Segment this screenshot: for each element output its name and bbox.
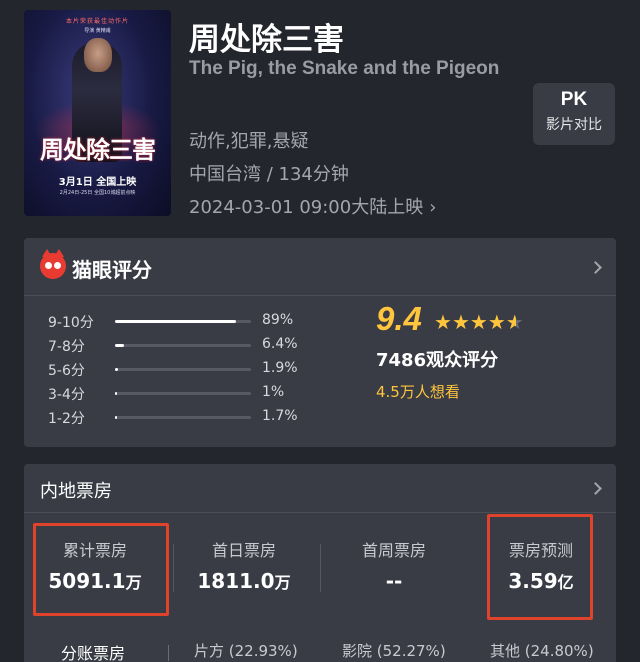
share-producer: 片方 (22.93%): [194, 642, 298, 660]
movie-english-title: The Pig, the Snake and the Pigeon: [189, 58, 500, 79]
distribution-percent: 1.9%: [262, 360, 298, 376]
chevron-right-icon[interactable]: [589, 482, 602, 495]
distribution-percent: 1%: [262, 384, 285, 400]
stat-first-week-box-office[interactable]: 首周票房 --: [329, 524, 459, 614]
star-icon: ★: [487, 310, 506, 334]
chevron-right-icon: ›: [429, 197, 437, 218]
star-icon: ★: [434, 310, 452, 334]
box-office-card[interactable]: 内地票房 累计票房 5091.1万 首日票房 1811.0万 首周票房 -- 票…: [24, 464, 616, 662]
stat-first-day-box-office[interactable]: 首日票房 1811.0万: [179, 524, 309, 614]
rating-stars: ★★★★★: [434, 310, 524, 334]
distribution-bar-track: [115, 392, 251, 395]
poster-title: 周处除三害: [40, 135, 156, 164]
stat-divider: [173, 544, 174, 592]
distribution-bar-track: [115, 368, 251, 371]
share-title: 分账票房: [61, 644, 126, 662]
star-icon: ★: [469, 310, 488, 334]
distribution-label: 5-6分: [48, 363, 85, 379]
distribution-label: 7-8分: [48, 339, 85, 355]
share-divider: [168, 645, 169, 661]
rating-score: 9.4: [376, 300, 422, 337]
movie-poster[interactable]: 本片荣获最佳动作片 导演 黄精甫 周处除三害 3月1日 全国上映 2月24日-2…: [24, 10, 171, 216]
movie-header: 本片荣获最佳动作片 导演 黄精甫 周处除三害 3月1日 全国上映 2月24日-2…: [0, 0, 640, 235]
want-to-see-count: 4.5万人想看: [376, 383, 460, 401]
distribution-bar-track: [115, 416, 251, 419]
poster-figure-head: [84, 38, 112, 72]
distribution-percent: 6.4%: [262, 336, 298, 352]
stat-value: --: [385, 569, 403, 593]
poster-top-text: 本片荣获最佳动作片: [65, 18, 129, 25]
movie-title: 周处除三害: [189, 22, 344, 58]
chevron-right-icon[interactable]: [589, 261, 602, 274]
distribution-bar-fill: [115, 416, 117, 419]
stat-label: 首周票房: [361, 541, 426, 560]
pk-compare-button[interactable]: PK 影片对比: [533, 83, 615, 145]
rating-distribution-row: 7-8分 6.4%: [48, 336, 328, 356]
share-cinema: 影院 (52.27%): [342, 642, 446, 660]
box-office-title: 内地票房: [40, 481, 112, 502]
highlight-box-total: [33, 523, 169, 616]
stat-value: 1811.0万: [197, 569, 291, 593]
distribution-bar-fill: [115, 344, 124, 347]
distribution-bar-fill: [115, 320, 236, 323]
star-icon: ★: [451, 310, 470, 334]
rating-distribution-row: 1-2分 1.7%: [48, 408, 328, 428]
rating-distribution-row: 3-4分 1%: [48, 384, 328, 404]
distribution-label: 9-10分: [48, 315, 94, 331]
poster-date: 3月1日 全国上映: [58, 177, 137, 188]
pk-label: PK: [560, 89, 588, 110]
distribution-percent: 89%: [262, 312, 294, 328]
revenue-share-row: 分账票房 片方 (22.93%) 影院 (52.27%) 其他 (24.80%): [24, 640, 616, 662]
rating-distribution-row: 5-6分 1.9%: [48, 360, 328, 380]
distribution-bar-fill: [115, 392, 117, 395]
distribution-bar-track: [115, 320, 251, 323]
distribution-label: 1-2分: [48, 411, 85, 427]
pk-sub-label: 影片对比: [546, 117, 602, 133]
distribution-bar-fill: [115, 368, 118, 371]
distribution-percent: 1.7%: [262, 408, 298, 424]
divider: [24, 295, 616, 296]
movie-release-date: 2024-03-01 09:00大陆上映: [189, 197, 424, 218]
rating-votes: 7486观众评分: [376, 350, 499, 371]
divider: [24, 512, 616, 513]
movie-genres: 动作,犯罪,悬疑: [189, 131, 309, 152]
poster-sub-text: 导演 黄精甫: [84, 28, 111, 34]
share-other: 其他 (24.80%): [490, 642, 594, 660]
distribution-label: 3-4分: [48, 387, 85, 403]
maoyan-rating-card[interactable]: 猫眼评分 9-10分 89% 7-8分 6.4% 5-6分 1.9% 3-4分 1% 1-2分 1…: [24, 238, 616, 447]
stat-divider: [320, 544, 321, 592]
maoyan-cat-icon: [40, 249, 66, 279]
movie-release-link[interactable]: 2024-03-01 09:00大陆上映 ›: [189, 193, 436, 219]
stat-label: 首日票房: [211, 541, 276, 560]
rating-distribution-row: 9-10分 89%: [48, 312, 328, 332]
rating-card-title: 猫眼评分: [72, 258, 152, 282]
star-half-icon: ★: [505, 310, 524, 334]
poster-note: 2月24日-25日 全国10城超前点映: [59, 190, 136, 196]
highlight-box-forecast: [487, 514, 593, 620]
movie-country-duration: 中国台湾 / 134分钟: [189, 164, 349, 185]
distribution-bar-track: [115, 344, 251, 347]
